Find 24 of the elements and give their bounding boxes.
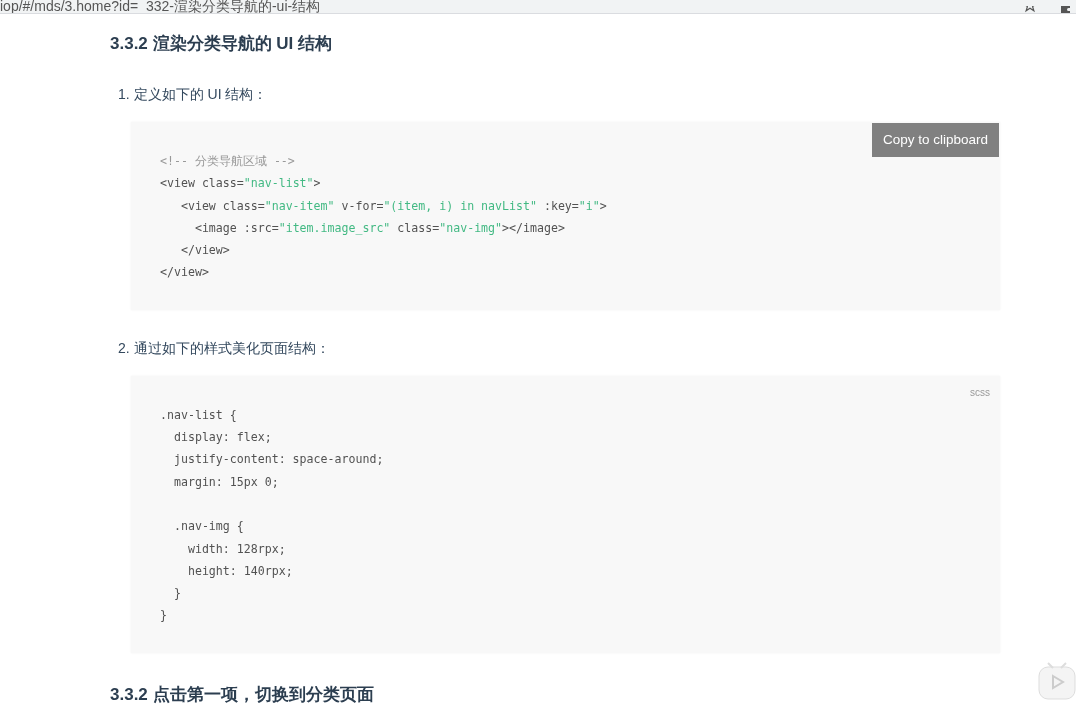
- code-line: <view class="nav-item" v-for="(item, i) in navList" :key="i">: [179, 198, 607, 213]
- code-line: }: [172, 586, 181, 601]
- code-line: justify-content: space-around;: [172, 452, 384, 467]
- section-heading: 3.3.2 渲染分类导航的 UI 结构: [110, 33, 333, 55]
- code-line: margin: 15px 0;: [172, 474, 279, 489]
- code-line: height: 140rpx;: [186, 563, 293, 578]
- section-heading: 3.3.2 点击第一项，切换到分类页面: [110, 683, 375, 706]
- code-line: <!-- 分类导航区域 -->: [160, 154, 295, 168]
- language-label: scss: [970, 385, 990, 400]
- step-text: 通过如下的样式美化页面结构：: [133, 338, 330, 358]
- code-line: </view>: [179, 243, 230, 258]
- address-url: iop/#/mds/3.home?id=_332-渲染分类导航的-ui-结构: [0, 0, 321, 13]
- code-line: width: 128rpx;: [186, 541, 286, 556]
- step-number: 1.: [118, 85, 130, 104]
- code-line: display: flex;: [172, 430, 272, 445]
- code-line: <image :src="item.image_src" class="nav-img"></image>: [193, 220, 565, 235]
- code-line: }: [160, 608, 167, 623]
- copy-button[interactable]: Copy to clipboard: [871, 123, 999, 158]
- step-number: 2.: [118, 338, 130, 358]
- code-line: </view>: [160, 265, 209, 280]
- code-line: .nav-img {: [172, 518, 244, 536]
- code-line: .nav-list {: [160, 407, 237, 422]
- code-line: <view class="nav-list">: [160, 176, 321, 191]
- step-text: 定义如下的 UI 结构：: [133, 85, 268, 104]
